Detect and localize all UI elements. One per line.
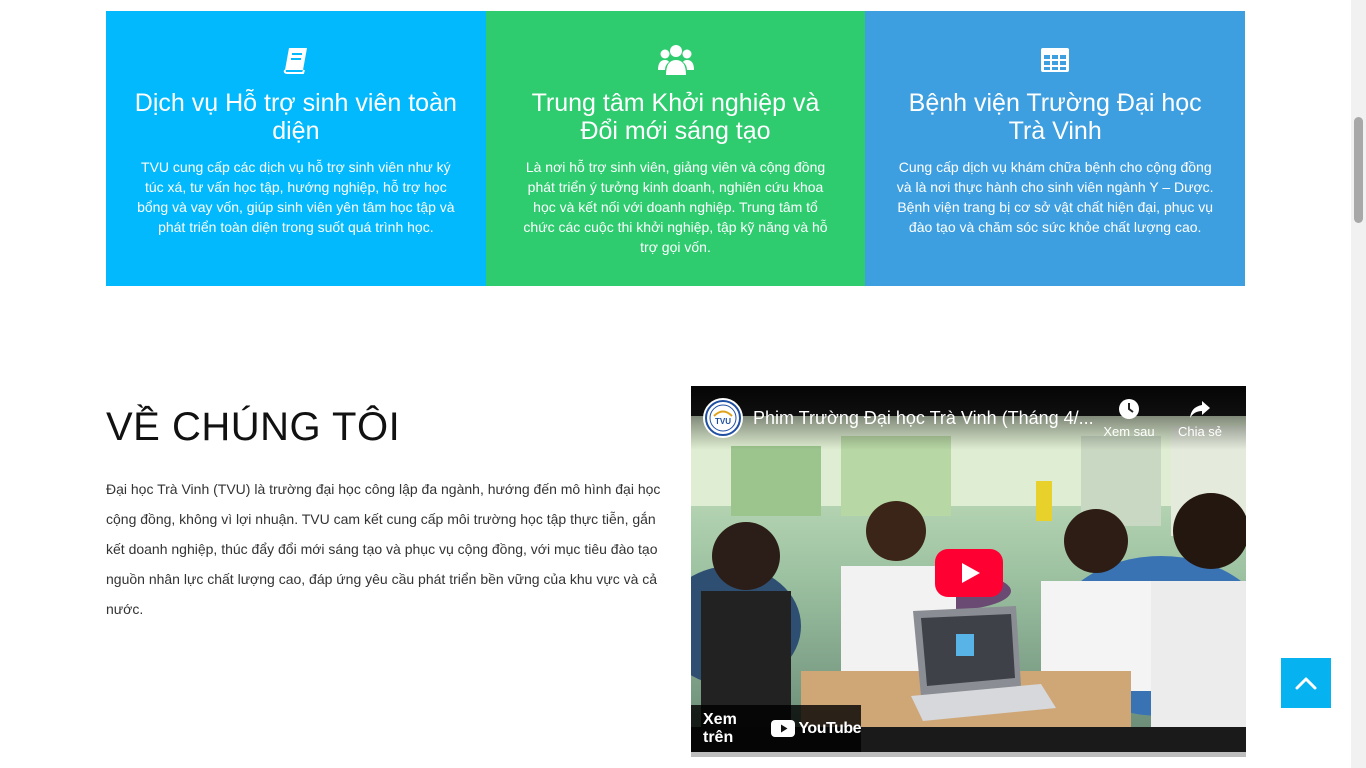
youtube-embed[interactable]: TVU Phim Trường Đại học Trà Vinh (Tháng … xyxy=(691,386,1246,757)
watch-on-youtube-button[interactable]: Xem trên YouTube xyxy=(691,705,861,752)
youtube-icon xyxy=(771,720,796,737)
feature-student-services: Dịch vụ Hỗ trợ sinh viên toàn diện TVU c… xyxy=(106,11,486,286)
feature-university-hospital: Bệnh viện Trường Đại học Trà Vinh Cung c… xyxy=(865,11,1246,286)
youtube-wordmark: YouTube xyxy=(798,719,861,737)
about-title: VỀ CHÚNG TÔI xyxy=(106,405,401,449)
video-title[interactable]: Phim Trường Đại học Trà Vinh (Tháng 4/..… xyxy=(753,408,1093,429)
chevron-up-icon xyxy=(1295,677,1317,690)
share-icon xyxy=(1190,401,1210,418)
page-scrollbar-track[interactable] xyxy=(1351,0,1366,768)
watch-later-label: Xem sau xyxy=(1103,424,1155,439)
feature-title: Bệnh viện Trường Đại học Trà Vinh xyxy=(908,89,1202,145)
page-scrollbar-thumb[interactable] xyxy=(1354,117,1363,223)
feature-title: Dịch vụ Hỗ trợ sinh viên toàn diện xyxy=(134,89,457,145)
feature-boxes: Dịch vụ Hỗ trợ sinh viên toàn diện TVU c… xyxy=(106,11,1246,286)
users-icon xyxy=(514,41,838,79)
play-icon xyxy=(935,549,1003,597)
about-text: Đại học Trà Vinh (TVU) là trường đại học… xyxy=(106,481,661,617)
feature-text: TVU cung cấp các dịch vụ hỗ trợ sinh viê… xyxy=(137,159,455,235)
table-icon xyxy=(893,41,1217,79)
feature-text: Cung cấp dịch vụ khám chữa bệnh cho cộng… xyxy=(896,159,1214,235)
watch-on-label: Xem trên xyxy=(703,710,737,746)
feature-title: Trung tâm Khởi nghiệp và Đổi mới sáng tạ… xyxy=(531,89,820,145)
watch-later-button[interactable]: Xem sau xyxy=(1094,398,1164,439)
play-button[interactable] xyxy=(935,549,1003,597)
book-icon xyxy=(134,41,458,79)
video-bottom-bar xyxy=(691,752,1246,757)
channel-logo[interactable]: TVU xyxy=(703,398,743,438)
channel-logo-text: TVU xyxy=(715,417,731,426)
feature-startup-center: Trung tâm Khởi nghiệp và Đổi mới sáng tạ… xyxy=(485,11,866,286)
back-to-top-button[interactable] xyxy=(1281,658,1331,708)
share-button[interactable]: Chia sẻ xyxy=(1165,398,1235,439)
feature-text: Là nơi hỗ trợ sinh viên, giảng viên và c… xyxy=(523,159,828,255)
clock-icon xyxy=(1119,399,1139,419)
youtube-logo: YouTube xyxy=(771,720,861,738)
share-label: Chia sẻ xyxy=(1177,424,1223,439)
